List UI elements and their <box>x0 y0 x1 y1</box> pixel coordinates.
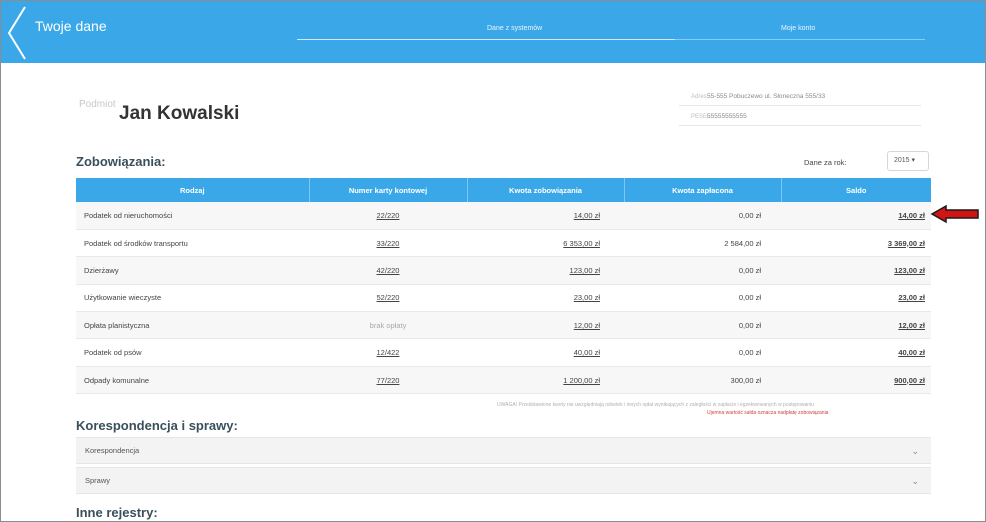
balance-link[interactable]: 123,00 zł <box>781 256 931 285</box>
liabilities-table: Rodzaj Numer karty kontowej Kwota zobowi… <box>76 178 931 395</box>
liability-amount-link[interactable]: 40,00 zł <box>467 338 624 367</box>
meta-divider <box>679 105 921 106</box>
table-row: Podatek od psów 12/422 40,00 zł 0,00 zł … <box>76 338 931 367</box>
tab-underline-active <box>675 39 925 40</box>
table-row: Dzierżawy 42/220 123,00 zł 0,00 zł 123,0… <box>76 256 931 285</box>
tab-system-data[interactable]: Dane z systemów <box>487 25 542 32</box>
card-number-link[interactable]: 42/220 <box>309 256 467 285</box>
liability-amount-link[interactable]: 23,00 zł <box>467 284 624 313</box>
table-row: Podatek od nieruchomości 22/220 14,00 zł… <box>76 202 931 230</box>
owner-name: Jan Kowalski <box>119 103 240 124</box>
liabilities-note-red: Ujemna wartość salda oznacza nadpłatę zo… <box>707 410 829 416</box>
paid-amount: 2 584,00 zł <box>624 229 781 258</box>
liability-type: Opłata planistyczna <box>76 311 309 340</box>
balance-link[interactable]: 3 369,00 zł <box>781 229 931 258</box>
paid-amount: 0,00 zł <box>624 338 781 367</box>
accordion-label: Korespondencja <box>85 446 140 455</box>
id-value: 55555555555 <box>707 113 747 120</box>
paid-amount: 0,00 zł <box>624 311 781 340</box>
liability-type: Użytkowanie wieczyste <box>76 284 309 313</box>
liability-amount-link[interactable]: 6 353,00 zł <box>467 229 624 258</box>
paid-amount: 0,00 zł <box>624 284 781 313</box>
liability-amount-link[interactable]: 1 200,00 zł <box>467 366 624 395</box>
card-number: brak opłaty <box>309 311 467 340</box>
column-header[interactable]: Saldo <box>781 178 931 202</box>
chevron-down-icon: ⌄ <box>911 476 919 486</box>
accordion-correspondence[interactable]: Korespondencja ⌄ <box>76 437 931 464</box>
correspondence-heading: Korespondencja i sprawy: <box>76 418 238 433</box>
liability-type: Dzierżawy <box>76 256 309 285</box>
balance-link[interactable]: 40,00 zł <box>781 338 931 367</box>
card-number-link[interactable]: 33/220 <box>309 229 467 258</box>
balance-link[interactable]: 12,00 zł <box>781 311 931 340</box>
address-value: 55-555 Pobuczewo ul. Słoneczna 555/33 <box>707 93 826 100</box>
balance-link[interactable]: 900,00 zł <box>781 366 931 395</box>
accordion-cases[interactable]: Sprawy ⌄ <box>76 467 931 494</box>
year-value: 2015 <box>894 157 910 164</box>
card-number-link[interactable]: 12/422 <box>309 338 467 367</box>
year-select[interactable]: 2015 ▾ <box>887 151 929 171</box>
tab-my-account[interactable]: Moje konto <box>781 25 815 32</box>
liability-type: Podatek od nieruchomości <box>76 202 309 230</box>
address-label: Adres <box>691 94 707 100</box>
accordion-label: Sprawy <box>85 476 111 485</box>
table-row: Opłata planistyczna brak opłaty 12,00 zł… <box>76 311 931 340</box>
column-header[interactable]: Kwota zobowiązania <box>467 178 625 202</box>
table-header-row: Rodzaj Numer karty kontowej Kwota zobowi… <box>76 178 931 202</box>
liability-amount-link[interactable]: 12,00 zł <box>467 311 624 340</box>
meta-divider <box>679 125 921 126</box>
card-number-link[interactable]: 52/220 <box>309 284 467 313</box>
column-header[interactable]: Kwota zapłacona <box>624 178 782 202</box>
page-title: Twoje dane <box>35 18 107 34</box>
liability-amount-link[interactable]: 123,00 zł <box>467 256 624 285</box>
table-row: Odpady komunalne 77/220 1 200,00 zł 300,… <box>76 366 931 395</box>
liability-type: Odpady komunalne <box>76 366 309 395</box>
registers-heading: Inne rejestry: <box>76 505 158 520</box>
paid-amount: 300,00 zł <box>624 366 781 395</box>
tab-underline <box>297 39 675 40</box>
top-bar: Twoje dane Dane z systemów Moje konto <box>1 1 985 63</box>
liabilities-note: UWAGA! Przedstawione kwoty nie uwzględni… <box>497 402 814 408</box>
table-row: Podatek od środków transportu 33/220 6 3… <box>76 229 931 258</box>
liability-type: Podatek od środków transportu <box>76 229 309 258</box>
owner-label: Podmiot <box>79 99 116 110</box>
card-number-link[interactable]: 22/220 <box>309 202 467 230</box>
red-arrow-icon <box>930 204 980 229</box>
liability-type: Podatek od psów <box>76 338 309 367</box>
liabilities-heading: Zobowiązania: <box>76 154 166 169</box>
liability-amount-link[interactable]: 14,00 zł <box>467 202 624 230</box>
card-number-link[interactable]: 77/220 <box>309 366 467 395</box>
paid-amount: 0,00 zł <box>624 256 781 285</box>
paid-amount: 0,00 zł <box>624 202 781 230</box>
balance-link[interactable]: 14,00 zł <box>781 202 931 230</box>
table-row: Użytkowanie wieczyste 52/220 23,00 zł 0,… <box>76 284 931 313</box>
balance-link[interactable]: 23,00 zł <box>781 284 931 313</box>
year-label: Dane za rok: <box>804 158 847 167</box>
back-chevron-icon[interactable] <box>5 5 29 61</box>
column-header[interactable]: Numer karty kontowej <box>309 178 468 202</box>
chevron-down-icon: ⌄ <box>911 446 919 456</box>
app-window: Twoje dane Dane z systemów Moje konto Po… <box>0 0 986 522</box>
column-header[interactable]: Rodzaj <box>76 178 310 202</box>
